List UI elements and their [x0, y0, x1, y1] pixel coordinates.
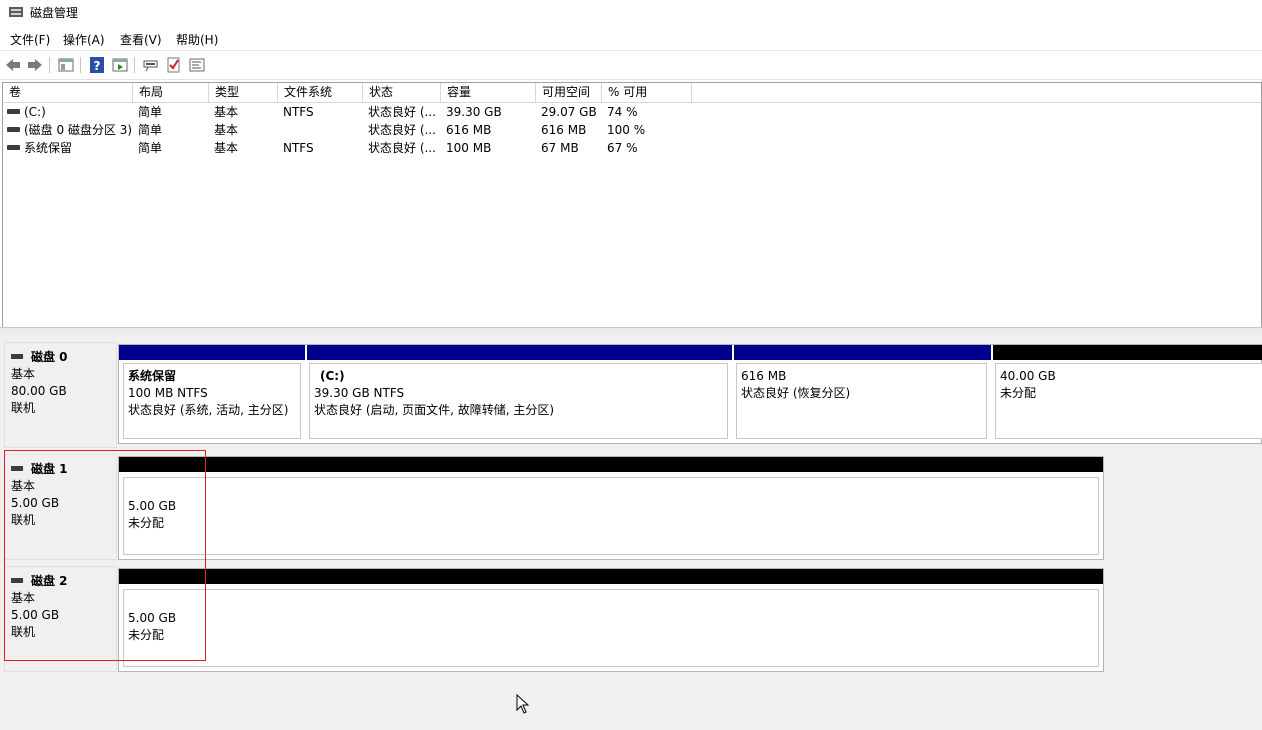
- volume-layout: 简单: [138, 105, 163, 119]
- disk-2-partitions: 5.00 GB 未分配: [118, 568, 1104, 672]
- partition-unallocated[interactable]: 5.00 GB 未分配: [119, 457, 1103, 559]
- volume-capacity: 100 MB: [446, 141, 492, 155]
- partition-size: 100 MB NTFS: [128, 386, 208, 400]
- volume-icon: [7, 145, 20, 150]
- check-icon[interactable]: [164, 55, 184, 75]
- console-icon[interactable]: [187, 55, 207, 75]
- menu-file[interactable]: 文件(F): [10, 31, 50, 48]
- partition-status: 状态良好 (启动, 页面文件, 故障转储, 主分区): [314, 403, 555, 417]
- volume-status: 状态良好 (...: [368, 105, 436, 119]
- volume-row[interactable]: 系统保留 简单 基本 NTFS 状态良好 (... 100 MB 67 MB 6…: [3, 139, 1261, 157]
- partition-size: 40.00 GB: [1000, 369, 1056, 383]
- partition-unallocated[interactable]: 40.00 GB 未分配: [991, 345, 1262, 443]
- partition-title: 系统保留: [128, 369, 177, 383]
- primary-partition-bar: [734, 345, 991, 360]
- console-tree-icon[interactable]: [56, 55, 76, 75]
- partition-size: 5.00 GB: [128, 611, 177, 625]
- partition-size: 39.30 GB NTFS: [314, 386, 405, 400]
- partition-status: 未分配: [1000, 386, 1037, 400]
- primary-partition-bar: [307, 345, 732, 360]
- col-capacity[interactable]: 容量: [441, 83, 536, 102]
- col-filesystem[interactable]: 文件系统: [278, 83, 363, 102]
- menu-help[interactable]: 帮助(H): [176, 31, 218, 48]
- volume-free-space: 616 MB: [541, 123, 587, 137]
- unallocated-bar: [119, 457, 1103, 472]
- partition-size: 616 MB: [741, 369, 787, 383]
- disk-name: 磁盘 0: [31, 350, 68, 364]
- primary-partition-bar: [119, 345, 305, 360]
- help-icon[interactable]: ?: [87, 55, 107, 75]
- disk-type: 基本: [11, 367, 36, 381]
- volume-free-space: 29.07 GB: [541, 105, 597, 119]
- partition-status: 状态良好 (系统, 活动, 主分区): [128, 403, 289, 417]
- volume-type: 基本: [214, 105, 239, 119]
- connect-icon[interactable]: [141, 55, 161, 75]
- window-title: 磁盘管理: [30, 6, 79, 20]
- volume-percent-free: 67 %: [607, 141, 638, 155]
- volume-type: 基本: [214, 141, 239, 155]
- partition-system-reserved[interactable]: 系统保留 100 MB NTFS 状态良好 (系统, 活动, 主分区): [119, 345, 305, 443]
- volume-filesystem: NTFS: [283, 141, 314, 155]
- unallocated-bar: [119, 569, 1103, 584]
- disk-0-label[interactable]: 磁盘 0 基本 80.00 GB 联机: [4, 342, 117, 448]
- volume-row[interactable]: (C:) 简单 基本 NTFS 状态良好 (... 39.30 GB 29.07…: [3, 103, 1261, 121]
- menu-view[interactable]: 查看(V): [120, 31, 162, 48]
- volume-row[interactable]: (磁盘 0 磁盘分区 3) 简单 基本 状态良好 (... 616 MB 616…: [3, 121, 1261, 139]
- disk-status: 联机: [11, 401, 36, 415]
- volume-layout: 简单: [138, 123, 163, 137]
- volume-icon: [7, 109, 20, 114]
- col-percent-free[interactable]: % 可用: [602, 83, 692, 102]
- forward-icon[interactable]: [25, 55, 45, 75]
- volume-percent-free: 74 %: [607, 105, 638, 119]
- title-bar: 磁盘管理: [0, 0, 1262, 26]
- disk-size: 80.00 GB: [11, 384, 67, 398]
- volume-status: 状态良好 (...: [368, 123, 436, 137]
- volume-percent-free: 100 %: [607, 123, 646, 137]
- partition-title: (C:): [320, 369, 345, 383]
- volume-type: 基本: [214, 123, 239, 137]
- volume-name: (磁盘 0 磁盘分区 3): [24, 123, 133, 137]
- highlight-box: [4, 450, 206, 661]
- volume-status: 状态良好 (...: [368, 141, 436, 155]
- partition-recovery[interactable]: 616 MB 状态良好 (恢复分区): [732, 345, 991, 443]
- disk-1-partitions: 5.00 GB 未分配: [118, 456, 1104, 560]
- unallocated-bar: [993, 345, 1262, 360]
- volume-free-space: 67 MB: [541, 141, 579, 155]
- volume-filesystem: NTFS: [283, 105, 314, 119]
- col-type[interactable]: 类型: [209, 83, 278, 102]
- toolbar: ?: [0, 50, 1262, 80]
- svg-text:?: ?: [94, 59, 101, 73]
- disk-0-partitions: 系统保留 100 MB NTFS 状态良好 (系统, 活动, 主分区) (C:)…: [118, 344, 1262, 444]
- volume-layout: 简单: [138, 141, 163, 155]
- partition-status: 未分配: [128, 628, 165, 642]
- col-volume[interactable]: 卷: [3, 83, 133, 102]
- partition-status: 状态良好 (恢复分区): [741, 386, 851, 400]
- volume-list: 卷 布局 类型 文件系统 状态 容量 可用空间 % 可用 (C:) 简单 基本 …: [2, 82, 1262, 328]
- disk-icon: [11, 354, 23, 359]
- mouse-cursor-icon: [516, 694, 530, 714]
- volume-name: (C:): [24, 105, 46, 119]
- partition-c[interactable]: (C:) 39.30 GB NTFS 状态良好 (启动, 页面文件, 故障转储,…: [305, 345, 732, 443]
- col-layout[interactable]: 布局: [133, 83, 209, 102]
- partition-size: 5.00 GB: [128, 499, 177, 513]
- back-icon[interactable]: [3, 55, 23, 75]
- partition-status: 未分配: [128, 516, 165, 530]
- volume-capacity: 39.30 GB: [446, 105, 502, 119]
- volume-name: 系统保留: [24, 141, 73, 155]
- properties-icon[interactable]: [110, 55, 130, 75]
- partition-unallocated[interactable]: 5.00 GB 未分配: [119, 569, 1103, 671]
- menu-bar: 文件(F) 操作(A) 查看(V) 帮助(H): [0, 28, 1262, 48]
- volume-icon: [7, 127, 20, 132]
- col-status[interactable]: 状态: [363, 83, 441, 102]
- volume-list-header: 卷 布局 类型 文件系统 状态 容量 可用空间 % 可用: [3, 83, 1261, 103]
- disk-management-icon: [9, 7, 23, 17]
- menu-action[interactable]: 操作(A): [63, 31, 105, 48]
- volume-capacity: 616 MB: [446, 123, 492, 137]
- col-free-space[interactable]: 可用空间: [536, 83, 602, 102]
